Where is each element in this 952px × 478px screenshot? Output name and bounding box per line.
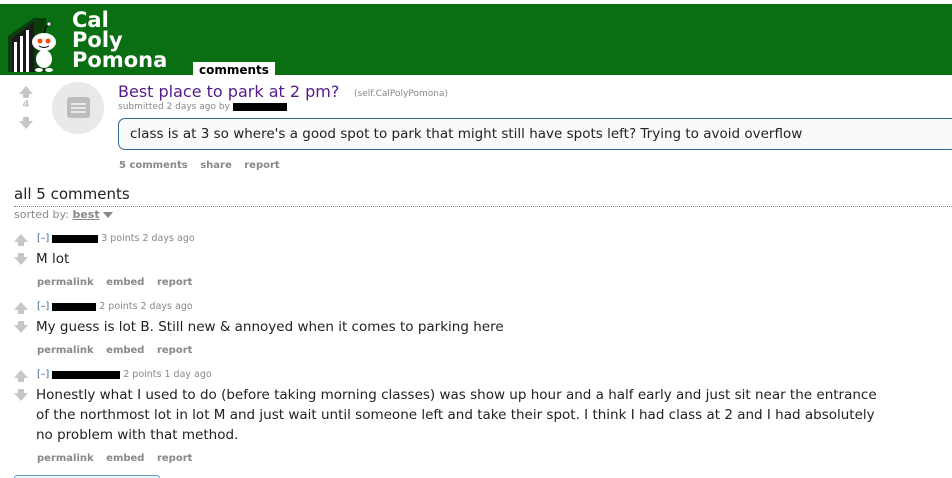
post-title[interactable]: Best place to park at 2 pm? bbox=[118, 82, 339, 101]
upvote-arrow-icon[interactable] bbox=[14, 370, 28, 382]
comment-meta: 2 points 1 day ago bbox=[123, 369, 212, 380]
permalink-link[interactable]: permalink bbox=[37, 277, 94, 288]
comment-body: My guess is lot B. Still new & annoyed w… bbox=[36, 319, 504, 335]
upvote-arrow-icon[interactable] bbox=[14, 234, 28, 246]
comment-body: M lot bbox=[36, 251, 70, 267]
comment-buttons: permalink embed report bbox=[37, 453, 201, 464]
comment-tagline: [–] 2 points 2 days ago bbox=[37, 301, 193, 312]
post-score: 4 bbox=[22, 99, 30, 110]
tab-comments[interactable]: comments bbox=[193, 62, 275, 79]
logo-text: Cal Poly Pomona bbox=[72, 8, 168, 72]
comment-buttons: permalink embed report bbox=[37, 345, 201, 356]
report-link[interactable]: report bbox=[157, 277, 192, 288]
downvote-arrow-icon[interactable] bbox=[14, 321, 28, 333]
chevron-down-icon[interactable] bbox=[102, 212, 113, 218]
permalink-link[interactable]: permalink bbox=[37, 453, 94, 464]
comment-body: Honestly what I used to do (before takin… bbox=[36, 387, 877, 443]
logo-line: Poly bbox=[72, 28, 123, 52]
post-domain[interactable]: (self.CalPolyPomona) bbox=[354, 89, 448, 99]
post-buttons: 5 comments share report bbox=[119, 160, 289, 171]
redacted-username bbox=[52, 370, 121, 379]
embed-link[interactable]: embed bbox=[106, 345, 144, 356]
downvote-arrow-icon[interactable] bbox=[14, 389, 28, 401]
comments-heading: all 5 comments bbox=[14, 185, 130, 203]
comment-buttons: permalink embed report bbox=[37, 277, 201, 288]
upvote-arrow-icon[interactable] bbox=[14, 302, 28, 314]
collapse-toggle[interactable]: [–] bbox=[37, 369, 49, 380]
post-tagline: submitted 2 days ago by bbox=[118, 102, 287, 112]
embed-link[interactable]: embed bbox=[106, 277, 144, 288]
divider bbox=[14, 206, 952, 207]
comments-link[interactable]: 5 comments bbox=[119, 160, 188, 171]
sort-label: sorted by: bbox=[14, 208, 69, 221]
site-header: Cal Poly Pomona comments bbox=[0, 0, 952, 79]
permalink-link[interactable]: permalink bbox=[37, 345, 94, 356]
sort-menu: sorted by: best bbox=[14, 208, 113, 221]
redacted-username bbox=[52, 302, 97, 311]
logo-line: Cal bbox=[72, 8, 109, 32]
report-link[interactable]: report bbox=[157, 345, 192, 356]
comment-meta: 3 points 2 days ago bbox=[101, 233, 195, 244]
collapse-toggle[interactable]: [–] bbox=[37, 233, 49, 244]
embed-link[interactable]: embed bbox=[106, 453, 144, 464]
collapse-toggle[interactable]: [–] bbox=[37, 301, 49, 312]
redacted-username bbox=[232, 102, 287, 111]
share-link[interactable]: share bbox=[200, 160, 232, 171]
sort-dropdown[interactable]: best bbox=[72, 208, 99, 221]
report-link[interactable]: report bbox=[244, 160, 279, 171]
downvote-arrow-icon[interactable] bbox=[14, 253, 28, 265]
comment-tagline: [–] 2 points 1 day ago bbox=[37, 369, 212, 380]
post-selftext: class is at 3 so where's a good spot to … bbox=[118, 118, 952, 150]
logo-line: Pomona bbox=[72, 48, 168, 72]
report-link[interactable]: report bbox=[157, 453, 192, 464]
tagline-text: submitted 2 days ago by bbox=[118, 102, 230, 112]
comment-meta: 2 points 2 days ago bbox=[99, 301, 193, 312]
text-post-icon bbox=[67, 97, 90, 118]
redacted-username bbox=[52, 234, 99, 243]
upvote-arrow-icon[interactable] bbox=[19, 86, 33, 98]
downvote-arrow-icon[interactable] bbox=[19, 117, 33, 129]
comment-tagline: [–] 3 points 2 days ago bbox=[37, 233, 195, 244]
